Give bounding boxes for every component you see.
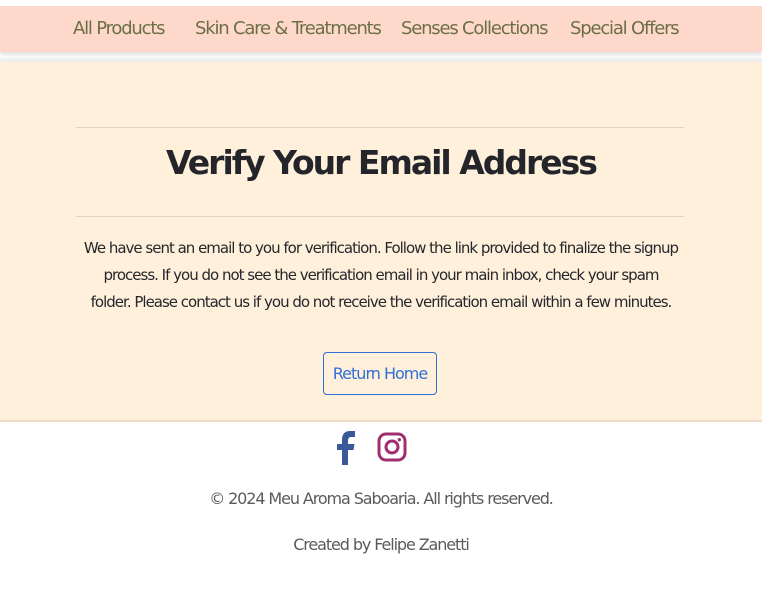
page-title: Verify Your Email Address	[166, 143, 598, 182]
nav-item-skin-care-treatments[interactable]: Skin Care & Treatments	[195, 6, 382, 52]
nav-item-all-products[interactable]: All Products	[73, 6, 166, 52]
nav-item-special-offers[interactable]: Special Offers	[570, 6, 680, 52]
nav-item-senses-collections[interactable]: Senses Collections	[401, 6, 548, 52]
bottom-rule	[76, 216, 684, 217]
return-home-button[interactable]: Return Home	[323, 352, 437, 395]
section-divider	[0, 420, 762, 422]
instagram-icon[interactable]	[377, 432, 407, 462]
credit-text: Created by Felipe Zanetti	[293, 535, 470, 554]
top-rule	[76, 127, 684, 128]
top-navigation: All Products Skin Care & Treatments Sens…	[0, 6, 762, 52]
verification-message: We have sent an email to you for verific…	[83, 239, 679, 311]
facebook-icon[interactable]	[334, 430, 360, 466]
copyright-text: © 2024 Meu Aroma Saboaria. All rights re…	[209, 489, 554, 508]
